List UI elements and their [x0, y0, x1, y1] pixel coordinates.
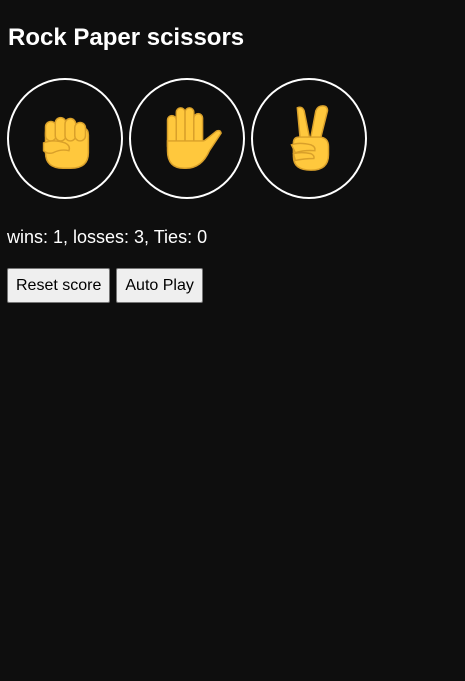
action-buttons: Reset score Auto Play — [7, 268, 203, 303]
scissors-button[interactable] — [251, 78, 367, 199]
reset-score-button[interactable]: Reset score — [7, 268, 111, 303]
rock-button[interactable] — [7, 78, 123, 199]
raised-fist-icon — [42, 116, 90, 169]
page-title: Rock Paper scissors — [8, 24, 245, 51]
page: Rock Paper scissors wins: 1, losses: 3, … — [0, 0, 465, 681]
score-text: wins: 1, losses: 3, Ties: 0 — [7, 227, 208, 247]
move-buttons — [7, 78, 367, 199]
raised-hand-icon — [166, 106, 222, 169]
victory-hand-icon — [290, 104, 330, 171]
paper-button[interactable] — [129, 78, 245, 199]
auto-play-button[interactable]: Auto Play — [116, 268, 203, 303]
